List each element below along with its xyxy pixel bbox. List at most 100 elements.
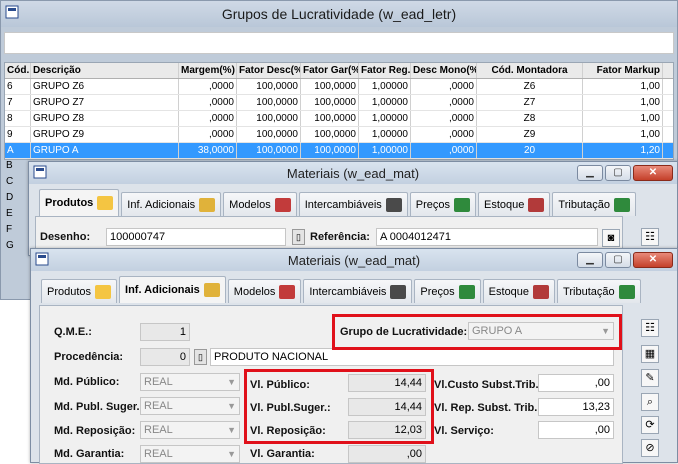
md-garantia-value: REAL xyxy=(144,448,173,460)
tab-modelos[interactable]: Modelos xyxy=(227,279,302,303)
table-cell: ,0000 xyxy=(411,95,477,110)
car-icon xyxy=(274,197,291,212)
app-icon xyxy=(5,5,19,22)
table-row[interactable]: 9 GRUPO Z9,0000 100,0000 100,0000 1,00000,00… xyxy=(5,127,673,143)
vl-custo-subst-field[interactable]: ,00 xyxy=(538,374,614,392)
materiais-front-tabs: Produtos Inf. Adicionais Modelos Intercambi… xyxy=(41,276,641,303)
table-row[interactable]: 6 GRUPO Z6,0000 100,0000 100,0000 1,00000,00… xyxy=(5,79,673,95)
column-header[interactable]: Fator Gar(% xyxy=(301,63,359,78)
table-cell: GRUPO Z8 xyxy=(31,111,179,126)
table-cell: 100,0000 xyxy=(237,111,301,126)
column-header[interactable]: Fator Desc(% xyxy=(237,63,301,78)
tab-pre-os[interactable]: Preços xyxy=(409,192,477,216)
tab-tributa-o[interactable]: Tributação xyxy=(552,192,636,216)
table-cell: A xyxy=(5,143,31,158)
desenho-label: Desenho: xyxy=(40,231,91,243)
table-cell: 8 xyxy=(5,111,31,126)
tab-modelos[interactable]: Modelos xyxy=(223,192,297,216)
close-button[interactable]: ✕ xyxy=(633,252,673,268)
table-cell: ,0000 xyxy=(179,111,237,126)
tab-estoque[interactable]: Estoque xyxy=(478,192,551,216)
table-cell: ,0000 xyxy=(179,127,237,142)
column-header[interactable]: Fator Markup xyxy=(583,63,663,78)
tax-icon xyxy=(613,197,630,212)
table-cell: 1,20 xyxy=(583,143,663,158)
referencia-label: Referência: xyxy=(310,231,370,243)
grupos-filter-strip[interactable] xyxy=(4,32,674,54)
preview-icon[interactable]: ⌕ xyxy=(641,393,659,411)
vl-servico-label: Vl. Serviço: xyxy=(434,425,494,437)
chevron-down-icon: ▼ xyxy=(227,449,236,459)
close-button[interactable]: ✕ xyxy=(633,165,673,181)
column-header[interactable]: Cód. Montadora xyxy=(477,63,583,78)
row-code: D xyxy=(6,192,14,203)
column-header[interactable]: Descrição xyxy=(31,63,179,78)
tab-estoque[interactable]: Estoque xyxy=(482,279,556,303)
table-row[interactable]: 8 GRUPO Z8,0000 100,0000 100,0000 1,00000,00… xyxy=(5,111,673,127)
table-cell: ,0000 xyxy=(411,79,477,94)
grupos-table: Cód. Descrição Margem(%) Fator Desc(% Fator … xyxy=(4,62,674,160)
vl-rep-subst-field[interactable]: 13,23 xyxy=(538,398,614,416)
table-cell: ,0000 xyxy=(411,127,477,142)
table-cell: 7 xyxy=(5,95,31,110)
column-header[interactable]: Desc Mono(% xyxy=(411,63,477,78)
table-row[interactable]: 7 GRUPO Z7,0000 100,0000 100,0000 1,00000,00… xyxy=(5,95,673,111)
procedencia-text-field[interactable]: PRODUTO NACIONAL xyxy=(210,348,614,366)
column-header[interactable]: Margem(%) xyxy=(179,63,237,78)
tab-produtos[interactable]: Produtos xyxy=(41,279,118,303)
md-publ-suger-select[interactable]: REAL ▼ xyxy=(140,397,240,415)
tab-tributa-o[interactable]: Tributação xyxy=(557,279,641,303)
md-reposicao-label: Md. Reposição: xyxy=(54,425,136,437)
car-icon xyxy=(279,284,296,299)
tab-inf-adicionais[interactable]: Inf. Adicionais xyxy=(121,192,222,216)
grid-settings-icon[interactable]: ☷ xyxy=(641,228,659,246)
materiais-back-titlebar: Materiais (w_ead_mat) ▁ ▢ ✕ xyxy=(29,162,677,184)
chevron-down-icon: ▼ xyxy=(227,377,236,387)
materiais-front-titlebar: Materiais (w_ead_mat) ▁ ▢ ✕ xyxy=(31,249,677,271)
folder-icon xyxy=(199,197,216,212)
minimize-button[interactable]: ▁ xyxy=(577,252,603,268)
tab-pre-os[interactable]: Preços xyxy=(414,279,481,303)
qme-field[interactable]: 1 xyxy=(140,323,190,341)
table-add-icon[interactable]: ▦ xyxy=(641,345,659,363)
row-code: C xyxy=(6,176,14,187)
eraser-icon[interactable]: ✎ xyxy=(641,369,659,387)
table-cell: 100,0000 xyxy=(301,79,359,94)
tab-label: Inf. Adicionais xyxy=(125,284,200,296)
delete-icon[interactable]: ⊘ xyxy=(641,439,659,457)
procedencia-lookup-button[interactable]: ▯ xyxy=(194,349,207,365)
tab-produtos[interactable]: Produtos xyxy=(39,189,120,216)
desenho-field[interactable]: 100000747 xyxy=(106,228,286,246)
md-publico-select[interactable]: REAL ▼ xyxy=(140,373,240,391)
maximize-button[interactable]: ▢ xyxy=(605,165,631,181)
column-header[interactable]: Fator Reg. xyxy=(359,63,411,78)
camera-icon[interactable]: ◙ xyxy=(602,229,620,247)
tab-label: Produtos xyxy=(45,197,94,209)
desenho-lookup-button[interactable]: ▯ xyxy=(292,229,305,245)
table-cell: 100,0000 xyxy=(237,127,301,142)
table-cell: 9 xyxy=(5,127,31,142)
tab-intercambi-veis[interactable]: Intercambiáveis xyxy=(303,279,413,303)
tab-label: Estoque xyxy=(484,198,525,211)
materiais-back-window: Materiais (w_ead_mat) ▁ ▢ ✕ Produtos Inf.… xyxy=(28,161,678,256)
tab-intercambi-veis[interactable]: Intercambiáveis xyxy=(298,192,408,216)
maximize-button[interactable]: ▢ xyxy=(605,252,631,268)
vl-servico-field[interactable]: ,00 xyxy=(538,421,614,439)
referencia-field[interactable]: A 0004012471 xyxy=(376,228,598,246)
table-cell: 20 xyxy=(477,143,583,158)
grid-settings-icon[interactable]: ☷ xyxy=(641,319,659,337)
tab-inf-adicionais[interactable]: Inf. Adicionais xyxy=(119,276,226,303)
box-icon xyxy=(97,196,114,210)
table-cell: ,0000 xyxy=(179,95,237,110)
vl-garantia-field[interactable]: ,00 xyxy=(348,445,426,463)
refresh-icon[interactable]: ⟳ xyxy=(641,416,659,434)
table-cell: 100,0000 xyxy=(301,95,359,110)
minimize-button[interactable]: ▁ xyxy=(577,165,603,181)
column-header[interactable]: Cód. xyxy=(5,63,31,78)
procedencia-code-field[interactable]: 0 xyxy=(140,348,190,366)
md-reposicao-select[interactable]: REAL ▼ xyxy=(140,421,240,439)
md-garantia-select[interactable]: REAL ▼ xyxy=(140,445,240,463)
table-row[interactable]: A GRUPO A 38,0000 100,0000 100,0000 1,00000,0… xyxy=(5,143,673,159)
table-cell: 1,00 xyxy=(583,127,663,142)
materiais-back-title: Materiais (w_ead_mat) xyxy=(286,165,420,181)
